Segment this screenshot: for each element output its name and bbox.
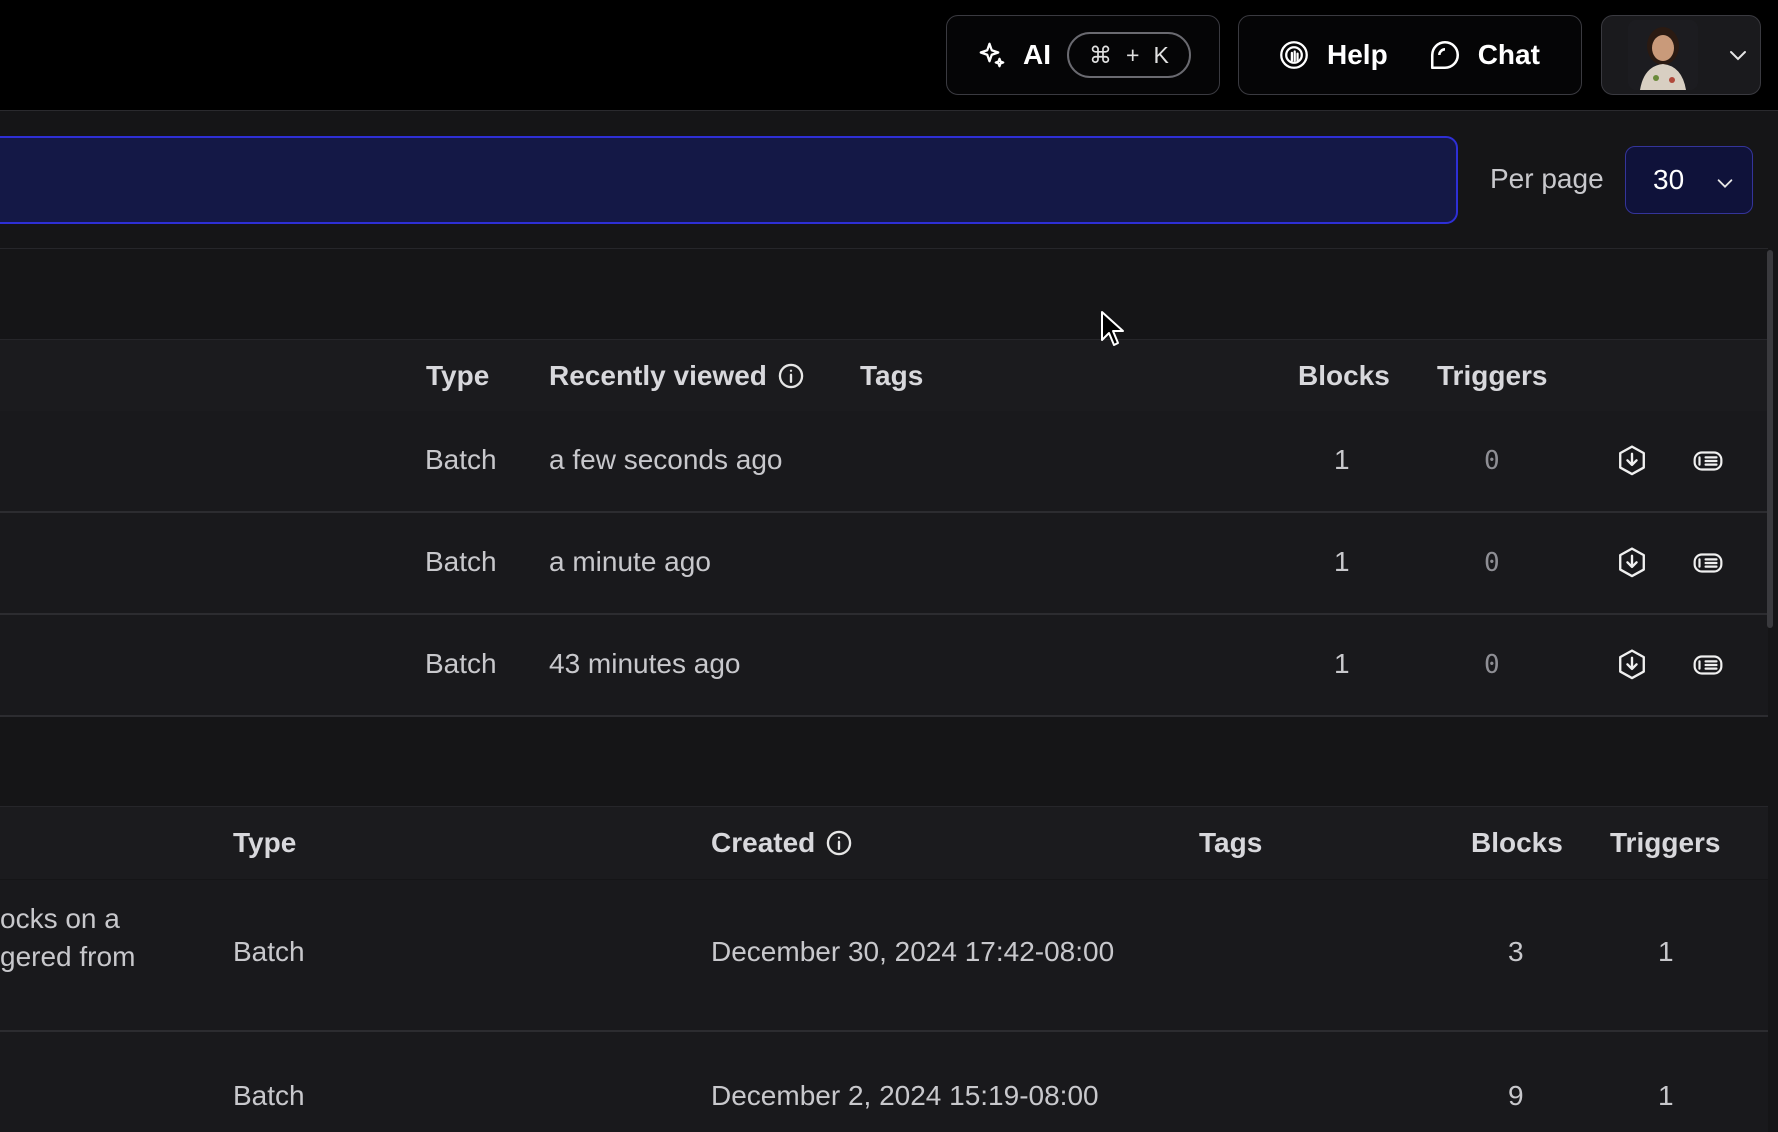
cell-recently-viewed: a few seconds ago — [549, 444, 783, 475]
cell-blocks: 3 — [1508, 936, 1524, 967]
shortcut-badge: ⌘ + K — [1067, 32, 1191, 78]
info-icon[interactable] — [777, 362, 805, 390]
cursor-icon — [1101, 311, 1124, 346]
all-table-header: Type Created Tags Blocks Triggers — [0, 806, 1768, 879]
cell-type: Batch — [425, 648, 497, 679]
table-row[interactable]: Batch December 2, 2024 15:19-08:00 9 1 — [0, 1032, 1768, 1132]
cell-triggers: 0 — [1484, 650, 1500, 680]
column-tags: Tags — [1199, 827, 1263, 858]
vertical-scrollbar[interactable] — [1767, 250, 1773, 628]
chat-button[interactable]: Chat — [1428, 38, 1540, 72]
recent-table-header: Type Recently viewed Tags Blocks Trigger… — [0, 339, 1768, 412]
top-bar: AI ⌘ + K Help Chat — [0, 0, 1778, 111]
help-icon — [1277, 38, 1311, 72]
chat-label: Chat — [1477, 39, 1540, 70]
column-recently-viewed[interactable]: Recently viewed — [549, 360, 805, 392]
cell-blocks: 1 — [1334, 648, 1350, 679]
help-button[interactable]: Help — [1277, 38, 1388, 72]
per-page-label: Per page — [1490, 163, 1604, 194]
cell-blocks: 1 — [1334, 444, 1350, 475]
shortcut-plus: + — [1126, 41, 1140, 68]
help-chat-group: Help Chat — [1238, 15, 1582, 95]
column-triggers[interactable]: Triggers — [1437, 360, 1547, 392]
column-tags: Tags — [860, 360, 924, 391]
chevron-down-icon — [1726, 43, 1750, 67]
column-blocks[interactable]: Blocks — [1471, 827, 1563, 859]
recently-viewed-panel: Type Recently viewed Tags Blocks Trigger… — [0, 248, 1768, 719]
sparkle-icon — [977, 40, 1007, 70]
cell-type: Batch — [233, 936, 305, 967]
chat-icon — [1428, 38, 1462, 72]
cell-triggers: 1 — [1658, 936, 1674, 967]
download-icon[interactable] — [1614, 647, 1650, 683]
download-icon[interactable] — [1614, 443, 1650, 479]
chevron-down-icon — [1717, 179, 1733, 188]
logs-icon[interactable] — [1690, 545, 1726, 581]
info-icon[interactable] — [825, 829, 853, 857]
cell-type: Batch — [425, 444, 497, 475]
search-input[interactable] — [0, 136, 1458, 224]
logs-icon[interactable] — [1690, 443, 1726, 479]
cell-recently-viewed: 43 minutes ago — [549, 648, 741, 679]
per-page-select[interactable]: 30 — [1625, 146, 1753, 214]
avatar — [1628, 20, 1698, 90]
cell-blocks: 1 — [1334, 546, 1350, 577]
cell-blocks: 9 — [1508, 1080, 1524, 1111]
shortcut-key: K — [1153, 41, 1169, 68]
cell-triggers: 0 — [1484, 548, 1500, 578]
per-page-value: 30 — [1653, 164, 1685, 195]
help-label: Help — [1327, 39, 1388, 70]
cell-description: ocks on a gered from — [0, 903, 136, 972]
table-row[interactable]: Batch a few seconds ago 1 0 — [0, 411, 1768, 513]
cell-triggers: 1 — [1658, 1080, 1674, 1111]
table-row[interactable]: Batch 43 minutes ago 1 0 — [0, 615, 1768, 717]
column-created[interactable]: Created — [711, 827, 853, 859]
column-blocks[interactable]: Blocks — [1298, 360, 1390, 392]
cell-created: December 30, 2024 17:42-08:00 — [711, 936, 1115, 967]
download-icon[interactable] — [1614, 545, 1650, 581]
table-row[interactable]: ocks on a gered from Batch December 30, … — [0, 880, 1768, 1032]
column-triggers[interactable]: Triggers — [1610, 827, 1720, 859]
cell-type: Batch — [425, 546, 497, 577]
cell-triggers: 0 — [1484, 446, 1500, 476]
logs-icon[interactable] — [1690, 647, 1726, 683]
column-type[interactable]: Type — [233, 827, 296, 859]
all-items-panel: Type Created Tags Blocks Triggers ocks o… — [0, 718, 1768, 1132]
ai-label: AI — [1023, 39, 1051, 70]
ai-button[interactable]: AI ⌘ + K — [946, 15, 1220, 95]
table-row[interactable]: Batch a minute ago 1 0 — [0, 513, 1768, 615]
cell-recently-viewed: a minute ago — [549, 546, 711, 577]
cell-created: December 2, 2024 15:19-08:00 — [711, 1080, 1099, 1111]
command-key: ⌘ — [1089, 41, 1112, 68]
account-menu-button[interactable] — [1601, 15, 1761, 95]
column-type[interactable]: Type — [426, 360, 489, 392]
cell-type: Batch — [233, 1080, 305, 1111]
